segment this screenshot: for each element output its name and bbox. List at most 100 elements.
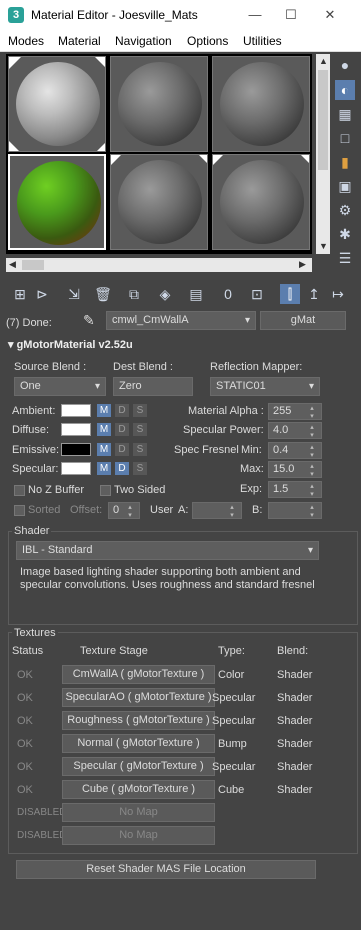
- sample-slot[interactable]: [8, 56, 106, 152]
- two-sided-label: Two Sided: [114, 484, 166, 496]
- fresnel-max-spinner[interactable]: 15.0: [268, 461, 322, 478]
- ambient-m-toggle[interactable]: M: [97, 404, 111, 417]
- pick-material-icon[interactable]: ✎: [83, 312, 95, 329]
- two-sided-checkbox[interactable]: [100, 485, 111, 496]
- material-alpha-spinner[interactable]: 255: [268, 403, 322, 420]
- user-a-spinner[interactable]: [192, 502, 242, 519]
- options-icon[interactable]: ⚙: [335, 200, 355, 220]
- select-by-material-icon[interactable]: ✱: [335, 224, 355, 244]
- backlight-icon[interactable]: ◐: [335, 80, 355, 100]
- menu-utilities[interactable]: Utilities: [243, 34, 282, 48]
- user-b-label: B:: [252, 504, 263, 516]
- specular-m-toggle[interactable]: M: [97, 462, 111, 475]
- sample-slot[interactable]: [212, 56, 310, 152]
- background-icon[interactable]: ▦: [335, 104, 355, 124]
- get-material-icon[interactable]: ⊞: [10, 284, 30, 304]
- rollout-title[interactable]: ▾ gMotorMaterial v2.52u: [8, 338, 133, 351]
- scroll-up-icon[interactable]: ▲: [319, 56, 328, 66]
- put-to-library-icon[interactable]: ▤: [186, 284, 206, 304]
- specular-color-swatch[interactable]: [61, 462, 91, 475]
- texture-stage-button[interactable]: Normal ( gMotorTexture ): [62, 734, 215, 753]
- texture-status: DISABLED: [17, 830, 67, 841]
- no-z-buffer-checkbox[interactable]: [14, 485, 25, 496]
- vertical-scrollbar[interactable]: ▲ ▼: [316, 54, 330, 254]
- offset-spinner[interactable]: 0: [108, 502, 140, 519]
- texture-stage-button[interactable]: CmWallA ( gMotorTexture ): [62, 665, 215, 684]
- go-to-parent-icon[interactable]: ↥: [304, 284, 324, 304]
- maximize-button[interactable]: ☐: [276, 4, 306, 26]
- menu-navigation[interactable]: Navigation: [115, 34, 172, 48]
- reset-shader-mas-button[interactable]: Reset Shader MAS File Location: [16, 860, 316, 879]
- material-id-channel-icon[interactable]: 0: [218, 284, 238, 304]
- emissive-color-swatch[interactable]: [61, 443, 91, 456]
- shader-dropdown[interactable]: IBL - Standard: [16, 541, 319, 560]
- material-map-navigator-icon[interactable]: ☰: [335, 248, 355, 268]
- sample-type-icon[interactable]: ●: [335, 55, 355, 75]
- assign-material-icon[interactable]: ⇲: [64, 284, 84, 304]
- video-color-check-icon[interactable]: ▮: [335, 152, 355, 172]
- reflection-mapper-label: Reflection Mapper:: [210, 361, 303, 373]
- menu-options[interactable]: Options: [187, 34, 228, 48]
- sample-slot-active[interactable]: [8, 154, 106, 250]
- texture-stage-button[interactable]: No Map: [62, 803, 215, 822]
- texture-status: OK: [17, 784, 33, 796]
- ambient-color-swatch[interactable]: [61, 404, 91, 417]
- status-header: Status: [12, 645, 44, 657]
- user-b-spinner[interactable]: [268, 502, 322, 519]
- sorted-label: Sorted: [28, 504, 61, 516]
- horizontal-scrollbar[interactable]: ◀ ▶: [6, 258, 312, 272]
- specular-power-spinner[interactable]: 4.0: [268, 422, 322, 439]
- scroll-left-icon[interactable]: ◀: [9, 259, 16, 270]
- ambient-s-toggle[interactable]: S: [133, 404, 147, 417]
- scroll-thumb[interactable]: [318, 70, 328, 170]
- dest-blend-field[interactable]: Zero: [113, 377, 193, 396]
- go-forward-sibling-icon[interactable]: ↦: [328, 284, 348, 304]
- scroll-right-icon[interactable]: ▶: [299, 259, 306, 270]
- reflection-mapper-dropdown[interactable]: STATIC01: [210, 377, 320, 396]
- specular-s-toggle[interactable]: S: [133, 462, 147, 475]
- slot-corner-marks: [9, 57, 105, 151]
- scroll-thumb[interactable]: [22, 260, 44, 270]
- emissive-m-toggle[interactable]: M: [97, 443, 111, 456]
- texture-stage-button[interactable]: Roughness ( gMotorTexture ): [62, 711, 215, 730]
- specular-label: Specular:: [12, 463, 59, 475]
- source-blend-dropdown[interactable]: One: [14, 377, 106, 396]
- specular-d-toggle[interactable]: D: [115, 462, 129, 475]
- offset-label: Offset:: [70, 504, 103, 516]
- make-preview-icon[interactable]: ▣: [335, 176, 355, 196]
- texture-type: Color: [218, 669, 245, 681]
- fresnel-min-spinner[interactable]: 0.4: [268, 442, 322, 459]
- delete-icon[interactable]: 🗑: [93, 284, 113, 304]
- sample-slot[interactable]: [110, 154, 208, 250]
- make-copy-icon[interactable]: ⧉: [124, 284, 144, 304]
- texture-stage-button[interactable]: Specular ( gMotorTexture ): [62, 757, 215, 776]
- diffuse-color-swatch[interactable]: [61, 423, 91, 436]
- sorted-checkbox[interactable]: [14, 505, 25, 516]
- put-material-icon[interactable]: ⊳: [32, 284, 52, 304]
- fresnel-exp-spinner[interactable]: 1.5: [268, 481, 322, 498]
- scroll-down-icon[interactable]: ▼: [319, 241, 328, 251]
- rollout-collapse-icon: ▾: [8, 339, 17, 351]
- sample-slot[interactable]: [212, 154, 310, 250]
- diffuse-s-toggle[interactable]: S: [133, 423, 147, 436]
- material-sphere: [220, 62, 304, 146]
- diffuse-d-toggle[interactable]: D: [115, 423, 129, 436]
- close-button[interactable]: ✕: [315, 4, 345, 26]
- diffuse-m-toggle[interactable]: M: [97, 423, 111, 436]
- texture-stage-button[interactable]: No Map: [62, 826, 215, 845]
- ambient-d-toggle[interactable]: D: [115, 404, 129, 417]
- make-unique-icon[interactable]: ◈: [155, 284, 175, 304]
- emissive-d-toggle[interactable]: D: [115, 443, 129, 456]
- menu-material[interactable]: Material: [58, 34, 101, 48]
- material-type-button[interactable]: gMat: [260, 311, 346, 330]
- texture-stage-button[interactable]: SpecularAO ( gMotorTexture ): [62, 688, 215, 707]
- material-name-field[interactable]: cmwl_CmWallA: [106, 311, 256, 330]
- emissive-s-toggle[interactable]: S: [133, 443, 147, 456]
- uv-tiling-icon[interactable]: □: [335, 128, 355, 148]
- menu-modes[interactable]: Modes: [8, 34, 44, 48]
- show-end-result-icon[interactable]: ⫿: [280, 284, 300, 304]
- sample-slot[interactable]: [110, 56, 208, 152]
- texture-stage-button[interactable]: Cube ( gMotorTexture ): [62, 780, 215, 799]
- show-shaded-icon[interactable]: ⊡: [247, 284, 267, 304]
- minimize-button[interactable]: —: [240, 4, 270, 26]
